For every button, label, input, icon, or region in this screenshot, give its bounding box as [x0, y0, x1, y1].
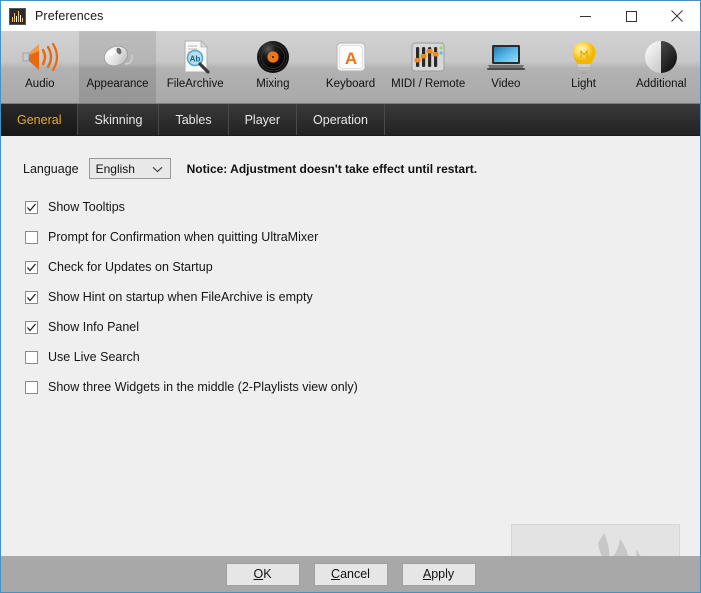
checkbox-label: Use Live Search	[48, 350, 140, 364]
ok-button-label-rest: K	[263, 567, 272, 581]
keyboard-key-a-icon: A	[331, 38, 371, 76]
app-waveform-icon	[9, 7, 26, 25]
toolbar-item-midi-remote[interactable]: MIDI / Remote	[389, 31, 467, 103]
tab-tables[interactable]: Tables	[159, 104, 229, 135]
maximize-button[interactable]	[608, 1, 654, 31]
close-icon	[671, 10, 683, 22]
toolbar-item-mixing[interactable]: Mixing	[234, 31, 312, 103]
checkbox-checked-icon[interactable]	[25, 200, 38, 214]
document-magnifier-icon: Ab	[175, 38, 215, 76]
apply-button[interactable]: Apply	[401, 562, 476, 586]
vinyl-record-icon	[253, 38, 293, 76]
tab-label: General	[17, 112, 62, 127]
checkbox-label: Show Tooltips	[48, 200, 125, 214]
tab-label: Skinning	[94, 112, 143, 127]
tab-player[interactable]: Player	[228, 104, 298, 135]
language-label: Language	[23, 161, 79, 176]
checkbox-row-show-three-widgets[interactable]: Show three Widgets in the middle (2-Play…	[25, 372, 505, 402]
tab-skinning[interactable]: Skinning	[78, 104, 160, 135]
checkbox-row-check-updates-startup[interactable]: Check for Updates on Startup	[25, 252, 505, 282]
checkbox-row-show-hint-filearchive-empty[interactable]: Show Hint on startup when FileArchive is…	[25, 282, 505, 312]
language-select-value: English	[95, 161, 135, 176]
checkbox-unchecked-icon[interactable]	[25, 350, 38, 364]
category-toolbar: Audio Appearance Ab FileArchive Mixing A…	[1, 31, 700, 104]
tab-general[interactable]: General	[1, 104, 79, 135]
toolbar-item-label: Additional	[635, 78, 687, 90]
tab-label: Tables	[175, 112, 212, 127]
window-title: Preferences	[35, 9, 104, 23]
minimize-icon	[579, 15, 591, 17]
toolbar-item-additional[interactable]: Additional	[622, 31, 700, 103]
checkbox-row-prompt-confirmation-quit[interactable]: Prompt for Confirmation when quitting Ul…	[25, 222, 505, 252]
cancel-button[interactable]: Cancel	[313, 562, 388, 586]
dialog-button-bar: OK Cancel Apply	[1, 556, 700, 592]
close-button[interactable]	[654, 1, 700, 31]
checkbox-checked-icon[interactable]	[25, 260, 38, 274]
cancel-button-label-rest: ancel	[340, 567, 370, 581]
title-bar: Preferences	[1, 1, 700, 31]
mouse-icon	[98, 38, 138, 76]
general-settings-panel: Language English Notice: Adjustment does…	[1, 136, 700, 592]
tab-strip: General Skinning Tables Player Operation	[1, 104, 700, 136]
checkbox-row-show-info-panel[interactable]: Show Info Panel	[25, 312, 505, 342]
chevron-down-icon	[152, 160, 163, 178]
checkbox-row-show-tooltips[interactable]: Show Tooltips	[25, 192, 505, 222]
checkbox-label: Show Hint on startup when FileArchive is…	[48, 290, 313, 304]
checkbox-row-use-live-search[interactable]: Use Live Search	[25, 342, 505, 372]
svg-text:A: A	[344, 49, 356, 68]
checkbox-checked-icon[interactable]	[25, 290, 38, 304]
ok-button[interactable]: OK	[225, 562, 300, 586]
checkbox-checked-icon[interactable]	[25, 320, 38, 334]
tab-strip-filler	[384, 104, 700, 135]
toolbar-item-appearance[interactable]: Appearance	[78, 31, 157, 103]
toolbar-item-label: Light	[571, 78, 596, 90]
apply-button-label-rest: pply	[431, 567, 455, 581]
minimize-button[interactable]	[562, 1, 608, 31]
tab-label: Operation	[313, 112, 368, 127]
checkbox-unchecked-icon[interactable]	[25, 380, 38, 394]
toolbar-item-label: Appearance	[86, 78, 149, 90]
language-select[interactable]: English	[88, 158, 171, 179]
faders-icon	[408, 38, 448, 76]
laptop-icon	[486, 38, 526, 76]
tab-operation[interactable]: Operation	[297, 104, 385, 135]
maximize-icon	[625, 10, 637, 22]
restart-notice: Notice: Adjustment doesn't take effect u…	[186, 161, 478, 176]
toolbar-item-light[interactable]: Light	[545, 31, 623, 103]
window-controls	[562, 1, 700, 31]
toolbar-item-audio[interactable]: Audio	[1, 31, 79, 103]
options-checkbox-list: Show Tooltips Prompt for Confirmation wh…	[25, 192, 505, 402]
checkbox-unchecked-icon[interactable]	[25, 230, 38, 244]
svg-text:Ab: Ab	[190, 55, 201, 64]
toolbar-item-video[interactable]: Video	[467, 31, 545, 103]
toolbar-item-filearchive[interactable]: Ab FileArchive	[156, 31, 234, 103]
toolbar-item-label: Audio	[25, 78, 55, 90]
checkbox-label: Check for Updates on Startup	[48, 260, 213, 274]
toolbar-item-label: Mixing	[256, 78, 290, 90]
toolbar-item-label: FileArchive	[166, 78, 224, 90]
checkbox-label: Show three Widgets in the middle (2-Play…	[48, 380, 358, 394]
checkbox-label: Show Info Panel	[48, 320, 140, 334]
lightbulb-icon	[564, 38, 604, 76]
toolbar-item-label: Keyboard	[325, 78, 376, 90]
toolbar-item-keyboard[interactable]: A Keyboard	[312, 31, 390, 103]
language-row: Language English Notice: Adjustment does…	[23, 158, 477, 179]
preferences-window: Preferences Audio Appearance Ab FileArch…	[0, 0, 701, 593]
tab-label: Player	[244, 112, 281, 127]
contrast-circle-icon	[641, 38, 681, 76]
checkbox-label: Prompt for Confirmation when quitting Ul…	[48, 230, 319, 244]
toolbar-item-label: MIDI / Remote	[391, 78, 466, 90]
speaker-icon	[20, 38, 60, 76]
toolbar-item-label: Video	[491, 78, 521, 90]
